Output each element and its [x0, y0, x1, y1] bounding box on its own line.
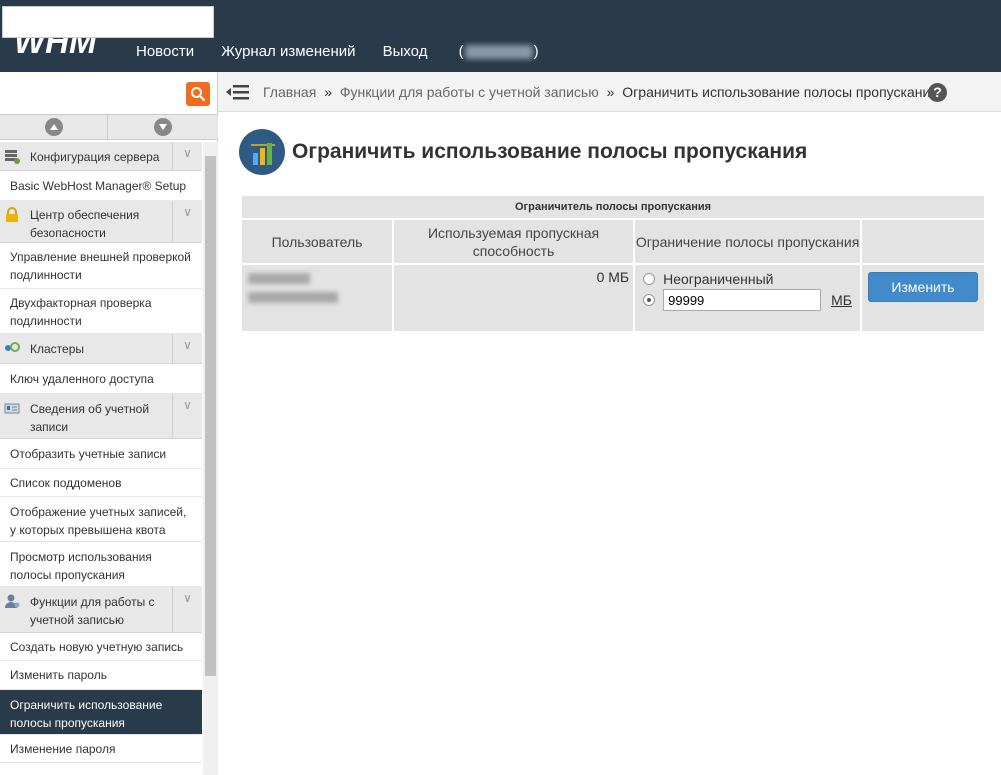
- chevron-down-icon[interactable]: ∨: [172, 201, 202, 242]
- help-icon[interactable]: ?: [928, 83, 947, 102]
- collapse-menu-icon[interactable]: [226, 83, 250, 101]
- sidebar-item-external-auth[interactable]: Управление внешней проверкой подлинности: [0, 243, 202, 289]
- breadcrumb: Главная » Функции для работы с учетной з…: [263, 84, 938, 100]
- column-header-limit: Ограничение полосы пропускания: [633, 218, 862, 265]
- account-functions-icon: [5, 594, 20, 608]
- unlimited-radio[interactable]: [643, 273, 656, 285]
- chevron-up-icon: [44, 118, 63, 136]
- user-cell: [240, 263, 394, 333]
- sidebar-category-server-config[interactable]: Конфигурация сервера ∨: [0, 142, 202, 171]
- scroll-up-button[interactable]: [0, 115, 108, 139]
- sidebar-item-subdomains[interactable]: Список поддоменов: [0, 469, 202, 497]
- sidebar-item-change-password[interactable]: Изменение пароля: [0, 735, 202, 763]
- usage-cell: 0 МБ: [391, 263, 636, 333]
- custom-limit-radio[interactable]: [643, 294, 656, 306]
- sidebar-item-limit-bandwidth[interactable]: Ограничить использование полосы пропуска…: [0, 690, 202, 735]
- clusters-icon: [5, 342, 20, 352]
- sidebar-nav: Конфигурация сервера ∨ Basic WebHost Man…: [0, 142, 202, 763]
- sidebar-item-force-password[interactable]: Изменить пароль принудительно: [0, 661, 202, 711]
- account-info-icon: [4, 403, 20, 414]
- unlimited-label: Неограниченный: [663, 271, 774, 287]
- sidebar-item-remote-key[interactable]: Ключ удаленного доступа: [0, 364, 202, 394]
- sidebar-category-security[interactable]: Центр обеспечения безопасности ∨: [0, 201, 202, 243]
- breadcrumb-section[interactable]: Функции для работы с учетной записью: [340, 84, 599, 100]
- breadcrumb-home[interactable]: Главная: [263, 84, 316, 100]
- change-button[interactable]: Изменить: [868, 272, 978, 302]
- scroll-down-button[interactable]: [109, 115, 217, 139]
- bandwidth-limiter-table: Ограничитель полосы пропускания Пользова…: [240, 194, 986, 333]
- column-header-action: [860, 218, 986, 265]
- sidebar-search-input[interactable]: [2, 6, 214, 38]
- search-button[interactable]: [186, 82, 210, 106]
- action-cell: Изменить: [860, 263, 986, 333]
- blurred-username: [464, 45, 533, 60]
- table-row: 0 МБ Неограниченный МБ Изменить: [240, 263, 986, 333]
- chevron-down-icon[interactable]: ∨: [172, 142, 202, 170]
- changelog-link[interactable]: Журнал изменений: [221, 43, 355, 60]
- sidebar-category-account-functions[interactable]: Функции для работы с учетной записью ∨: [0, 587, 202, 633]
- column-header-usage: Используемая пропускная способность: [391, 218, 636, 265]
- breadcrumb-separator: »: [324, 84, 332, 100]
- chevron-down-icon[interactable]: ∨: [172, 394, 202, 438]
- unit-label: МБ: [831, 292, 852, 308]
- table-caption: Ограничитель полосы пропускания: [240, 194, 986, 220]
- sidebar-item-list-accounts[interactable]: Отобразить учетные записи: [0, 439, 202, 469]
- sidebar-scroll-controls: [0, 114, 218, 140]
- limit-cell: Неограниченный МБ: [633, 263, 862, 333]
- logout-link[interactable]: Выход (): [383, 43, 566, 60]
- column-header-user: Пользователь: [240, 218, 394, 265]
- blurred-domain: [248, 292, 338, 303]
- sidebar-item-bandwidth-usage[interactable]: Просмотр использования полосы пропускани…: [0, 542, 202, 587]
- sidebar-item-basic-setup[interactable]: Basic WebHost Manager® Setup: [0, 171, 202, 201]
- breadcrumb-current: Ограничить использование полосы пропуска…: [622, 84, 938, 100]
- page-title: Ограничить использование полосы пропуска…: [292, 140, 808, 163]
- sidebar-item-two-factor[interactable]: Двухфакторная проверка подлинности: [0, 289, 202, 334]
- bandwidth-chart-icon: [239, 129, 285, 175]
- lock-icon: [6, 207, 18, 222]
- sidebar-item-over-quota[interactable]: Отображение учетных записей, у которых п…: [0, 497, 202, 542]
- news-link[interactable]: Новости: [136, 43, 194, 60]
- sidebar-scrollbar-thumb[interactable]: [205, 156, 216, 676]
- sidebar-category-clusters[interactable]: Кластеры ∨: [0, 334, 202, 364]
- sidebar-category-account-info[interactable]: Сведения об учетной записи ∨: [0, 394, 202, 439]
- blurred-username: [248, 273, 310, 284]
- sidebar-item-create-account[interactable]: Создать новую учетную запись: [0, 633, 202, 661]
- chevron-down-icon[interactable]: ∨: [172, 587, 202, 632]
- bandwidth-limit-input[interactable]: [663, 289, 822, 311]
- top-nav: Новости Журнал изменений Выход (): [136, 43, 593, 60]
- chevron-down-icon[interactable]: ∨: [172, 334, 202, 363]
- chevron-down-icon: [154, 118, 172, 136]
- server-config-icon: [5, 150, 20, 164]
- breadcrumb-separator: »: [606, 84, 615, 100]
- search-icon: [191, 87, 206, 102]
